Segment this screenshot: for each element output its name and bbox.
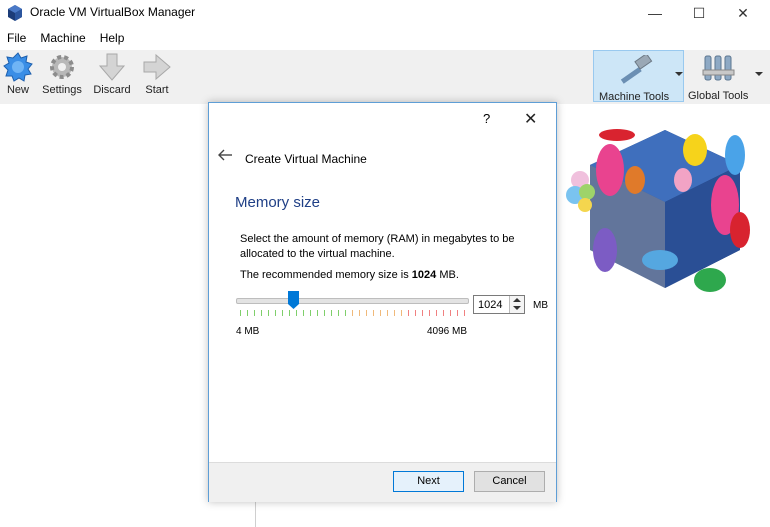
start-button[interactable]: Start — [130, 52, 184, 102]
recommend-prefix: The recommended memory size is — [240, 269, 412, 281]
create-vm-dialog: ? ✕ Create Virtual Machine Memory size S… — [208, 102, 557, 502]
slider-tick — [401, 310, 402, 316]
memory-unit-label: MB — [533, 300, 548, 311]
memory-description: Select the amount of memory (RAM) in meg… — [240, 233, 515, 260]
next-button[interactable]: Next — [393, 471, 464, 492]
hammer-icon — [620, 55, 653, 84]
slider-tick — [317, 310, 318, 316]
page-heading: Memory size — [235, 194, 321, 211]
toolbar: New Settings Discard Start Machine Tools — [0, 50, 770, 104]
slider-tick — [366, 310, 367, 316]
slider-tick — [429, 310, 430, 316]
machine-tools-dropdown-icon[interactable] — [675, 72, 683, 76]
slider-tick — [254, 310, 255, 316]
slider-tick — [373, 310, 374, 316]
gear-icon — [50, 55, 74, 79]
menu-file[interactable]: File — [0, 28, 33, 48]
slider-tick — [324, 310, 325, 316]
slider-tick — [310, 310, 311, 316]
machine-tools-label: Machine Tools — [599, 91, 670, 103]
slider-tick — [415, 310, 416, 316]
dialog-footer: Next Cancel — [209, 462, 556, 502]
virtualbox-mascot-illustration — [566, 129, 750, 292]
slider-tick — [380, 310, 381, 316]
slider-tick — [422, 310, 423, 316]
slider-tick — [345, 310, 346, 316]
settings-label: Settings — [42, 84, 82, 96]
discard-arrow-icon — [98, 53, 126, 81]
close-button[interactable]: ✕ — [720, 0, 766, 26]
slider-tick — [436, 310, 437, 316]
recommended-memory-text: The recommended memory size is 1024 MB. — [240, 269, 459, 281]
memory-slider-thumb[interactable] — [288, 291, 300, 309]
help-button[interactable]: ? — [483, 111, 490, 126]
slider-tick — [240, 310, 241, 316]
minimize-button[interactable]: — — [632, 0, 678, 26]
spin-down-icon[interactable] — [513, 306, 521, 310]
slider-tick — [268, 310, 269, 316]
dialog-title: Create Virtual Machine — [245, 152, 367, 166]
spin-up-icon[interactable] — [513, 298, 521, 302]
new-machine-icon — [3, 52, 33, 82]
slider-tick — [352, 310, 353, 316]
slider-tick — [296, 310, 297, 316]
virtualbox-logo-icon — [8, 5, 22, 21]
start-arrow-icon — [143, 53, 171, 81]
slider-min-label: 4 MB — [236, 326, 260, 337]
slider-tick — [464, 310, 465, 316]
slider-tick — [289, 310, 290, 316]
global-tools-button[interactable]: Global Tools — [688, 50, 750, 102]
slider-tick — [443, 310, 444, 316]
menu-machine[interactable]: Machine — [33, 28, 92, 48]
machine-tools-button[interactable]: Machine Tools — [593, 50, 684, 103]
slider-tick — [275, 310, 276, 316]
global-tools-label: Global Tools — [688, 90, 749, 102]
window-title: Oracle VM VirtualBox Manager — [30, 5, 196, 19]
slider-max-label: 4096 MB — [427, 326, 468, 337]
recommend-value: 1024 — [411, 269, 437, 281]
back-arrow-icon[interactable] — [217, 149, 233, 161]
memory-slider-ticks — [240, 310, 465, 318]
memory-spinbox[interactable]: 1024 — [473, 295, 525, 314]
title-bar: Oracle VM VirtualBox Manager — ☐ ✕ — [0, 0, 770, 26]
menu-help[interactable]: Help — [93, 28, 132, 48]
maximize-button[interactable]: ☐ — [676, 0, 722, 26]
start-label: Start — [145, 84, 169, 96]
slider-tick — [408, 310, 409, 316]
slider-tick — [331, 310, 332, 316]
memory-spinbox-value[interactable]: 1024 — [478, 299, 502, 311]
slider-tick — [457, 310, 458, 316]
cancel-button[interactable]: Cancel — [474, 471, 545, 492]
slider-tick — [359, 310, 360, 316]
slider-tick — [247, 310, 248, 316]
menu-bar: File Machine Help — [0, 28, 131, 48]
slider-tick — [387, 310, 388, 316]
recommend-suffix: MB. — [436, 269, 459, 281]
global-tools-dropdown-icon[interactable] — [755, 72, 763, 76]
dialog-close-button[interactable]: ✕ — [524, 109, 537, 129]
slider-tick — [282, 310, 283, 316]
slider-tick — [261, 310, 262, 316]
settings-button[interactable]: Settings — [35, 52, 89, 102]
slider-tick — [394, 310, 395, 316]
slider-tick — [338, 310, 339, 316]
tools-icon — [702, 55, 735, 81]
spinbox-buttons — [509, 296, 524, 313]
slider-tick — [450, 310, 451, 316]
memory-slider-track[interactable] — [236, 298, 469, 304]
slider-tick — [303, 310, 304, 316]
